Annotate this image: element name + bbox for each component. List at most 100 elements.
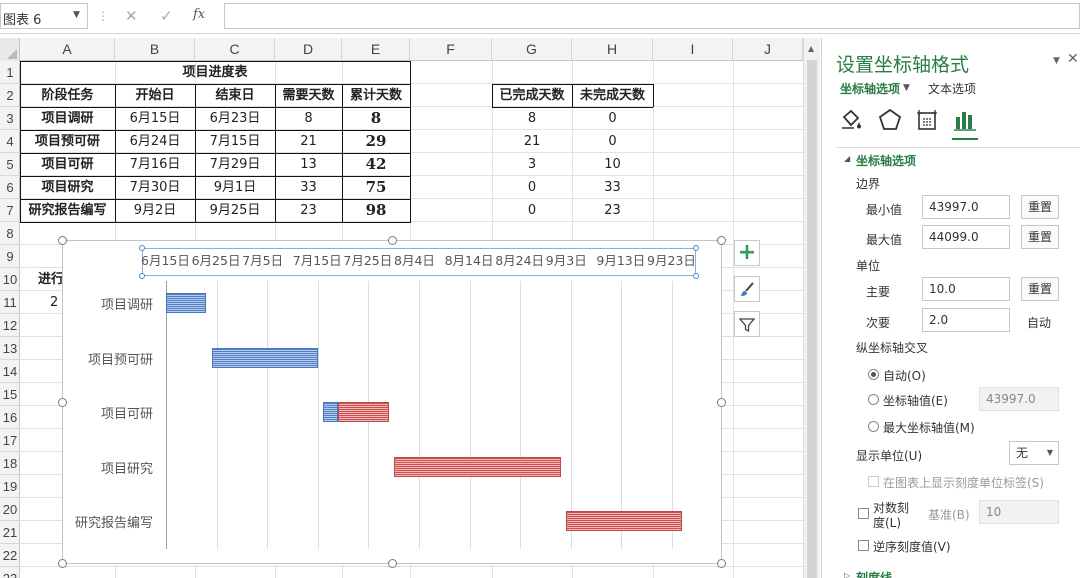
cumulative-cell[interactable]: 98 [342,199,410,222]
cross-max-label[interactable]: 最大坐标轴值(M) [883,419,975,436]
row-header[interactable]: 22 [0,544,20,567]
resize-handle[interactable] [717,398,726,407]
minor-unit-input[interactable]: 2.0 [922,308,1010,332]
column-header-i[interactable]: I [653,38,733,61]
show-units-checkbox[interactable] [868,476,879,487]
row-header[interactable]: 17 [0,429,20,452]
gantt-chart[interactable]: 6月15日 6月25日 7月5日 7月15日 7月25日 8月4日 8月14日 8月24日 9月… [58,236,726,568]
resize-handle[interactable] [717,236,726,245]
bar-completed[interactable] [166,293,207,313]
start-date-cell[interactable]: 7月30日 [115,176,195,199]
header-cell-done[interactable]: 已完成天数 [492,84,572,107]
axis-handle[interactable] [693,273,699,279]
chevron-down-icon[interactable]: ▼ [903,83,910,93]
log-scale-label-2[interactable]: 度(L) [873,514,901,531]
resize-handle[interactable] [58,398,67,407]
end-date-cell[interactable]: 9月1日 [195,176,275,199]
cancel-icon[interactable]: ✕ [125,7,138,25]
axis-handle[interactable] [139,273,145,279]
radio-cross-auto[interactable] [868,369,879,380]
radio-cross-max[interactable] [868,421,879,432]
cumulative-cell[interactable]: 75 [342,176,410,199]
resize-handle[interactable] [717,559,726,568]
sheet-title[interactable]: 项目进度表 [20,61,410,84]
column-header-b[interactable]: B [115,38,195,61]
column-header-h[interactable]: H [572,38,653,61]
row-header[interactable]: 9 [0,245,20,268]
bar-completed[interactable] [322,402,339,422]
row-header[interactable]: 3 [0,107,20,130]
size-properties-icon[interactable] [914,107,940,133]
column-header-a[interactable]: A [20,38,115,61]
row-header[interactable]: 13 [0,337,20,360]
reset-min-button[interactable]: 重置 [1021,195,1059,219]
column-header-c[interactable]: C [195,38,275,61]
axis-options-chart-icon[interactable] [952,107,978,133]
chart-filters-button[interactable] [734,311,760,337]
header-cell-todo[interactable]: 未完成天数 [572,84,653,107]
row-header[interactable]: 11 [0,291,20,314]
max-bound-input[interactable]: 44099.0 [922,225,1010,249]
section-tick-marks[interactable]: 刻度线 [856,569,892,578]
drag-handle-icon[interactable]: ⋮ [97,9,109,23]
todo-cell[interactable]: 0 [572,130,653,153]
header-cell-start[interactable]: 开始日 [115,84,195,107]
resize-handle[interactable] [58,559,67,568]
vertical-scrollbar[interactable]: ▲ [803,38,820,578]
column-header-g[interactable]: G [492,38,572,61]
row-header[interactable]: 12 [0,314,20,337]
scroll-up-icon[interactable]: ▲ [808,44,814,53]
name-box[interactable]: 图表 6 ▼ [0,3,88,29]
chevron-down-icon[interactable]: ▼ [1053,56,1060,66]
resize-handle[interactable] [388,236,397,245]
chart-styles-button[interactable] [734,276,760,302]
task-name-cell[interactable]: 研究报告编写 [20,199,115,222]
row-header[interactable]: 5 [0,153,20,176]
task-name-cell[interactable]: 项目可研 [20,153,115,176]
reverse-order-checkbox[interactable] [858,540,869,551]
display-units-select[interactable]: 无 ▼ [1009,441,1059,465]
bar-remaining[interactable] [565,511,683,531]
column-header-f[interactable]: F [410,38,492,61]
row-header[interactable]: 1 [0,61,20,84]
days-cell[interactable]: 33 [275,176,342,199]
cumulative-cell[interactable]: 42 [342,153,410,176]
reverse-order-label[interactable]: 逆序刻度值(V) [873,538,951,555]
row-header[interactable]: 19 [0,475,20,498]
close-icon[interactable]: ✕ [1067,51,1079,67]
row-header[interactable]: 21 [0,521,20,544]
reset-major-button[interactable]: 重置 [1021,277,1059,301]
row-header[interactable]: 20 [0,498,20,521]
task-name-cell[interactable]: 项目调研 [20,107,115,130]
select-all-button[interactable] [0,38,20,61]
column-header-d[interactable]: D [275,38,342,61]
days-cell[interactable]: 13 [275,153,342,176]
todo-cell[interactable]: 23 [572,199,653,222]
todo-cell[interactable]: 33 [572,176,653,199]
row-header[interactable]: 7 [0,199,20,222]
row-header[interactable]: 4 [0,130,20,153]
log-scale-checkbox[interactable] [858,508,869,519]
insert-function-button[interactable]: fx [193,7,205,22]
cumulative-cell[interactable]: 29 [342,130,410,153]
done-cell[interactable]: 0 [492,176,572,199]
end-date-cell[interactable]: 6月23日 [195,107,275,130]
header-cell-cumulative[interactable]: 累计天数 [342,84,410,107]
todo-cell[interactable]: 10 [572,153,653,176]
cumulative-cell[interactable]: 8 [342,107,410,130]
log-base-input[interactable]: 10 [979,500,1059,524]
row-header[interactable]: 15 [0,383,20,406]
collapse-icon[interactable]: ◢ [844,154,850,163]
resize-handle[interactable] [388,559,397,568]
end-date-cell[interactable]: 9月25日 [195,199,275,222]
days-cell[interactable]: 23 [275,199,342,222]
check-icon[interactable]: ✓ [160,7,173,25]
row-header[interactable]: 23 [0,567,20,578]
task-name-cell[interactable]: 项目预可研 [20,130,115,153]
tab-text-options[interactable]: 文本选项 [928,80,976,97]
header-cell-end[interactable]: 结束日 [195,84,275,107]
cross-value-label[interactable]: 坐标轴值(E) [883,392,948,409]
days-cell[interactable]: 21 [275,130,342,153]
min-bound-input[interactable]: 43997.0 [922,195,1010,219]
task-name-cell[interactable]: 项目研究 [20,176,115,199]
